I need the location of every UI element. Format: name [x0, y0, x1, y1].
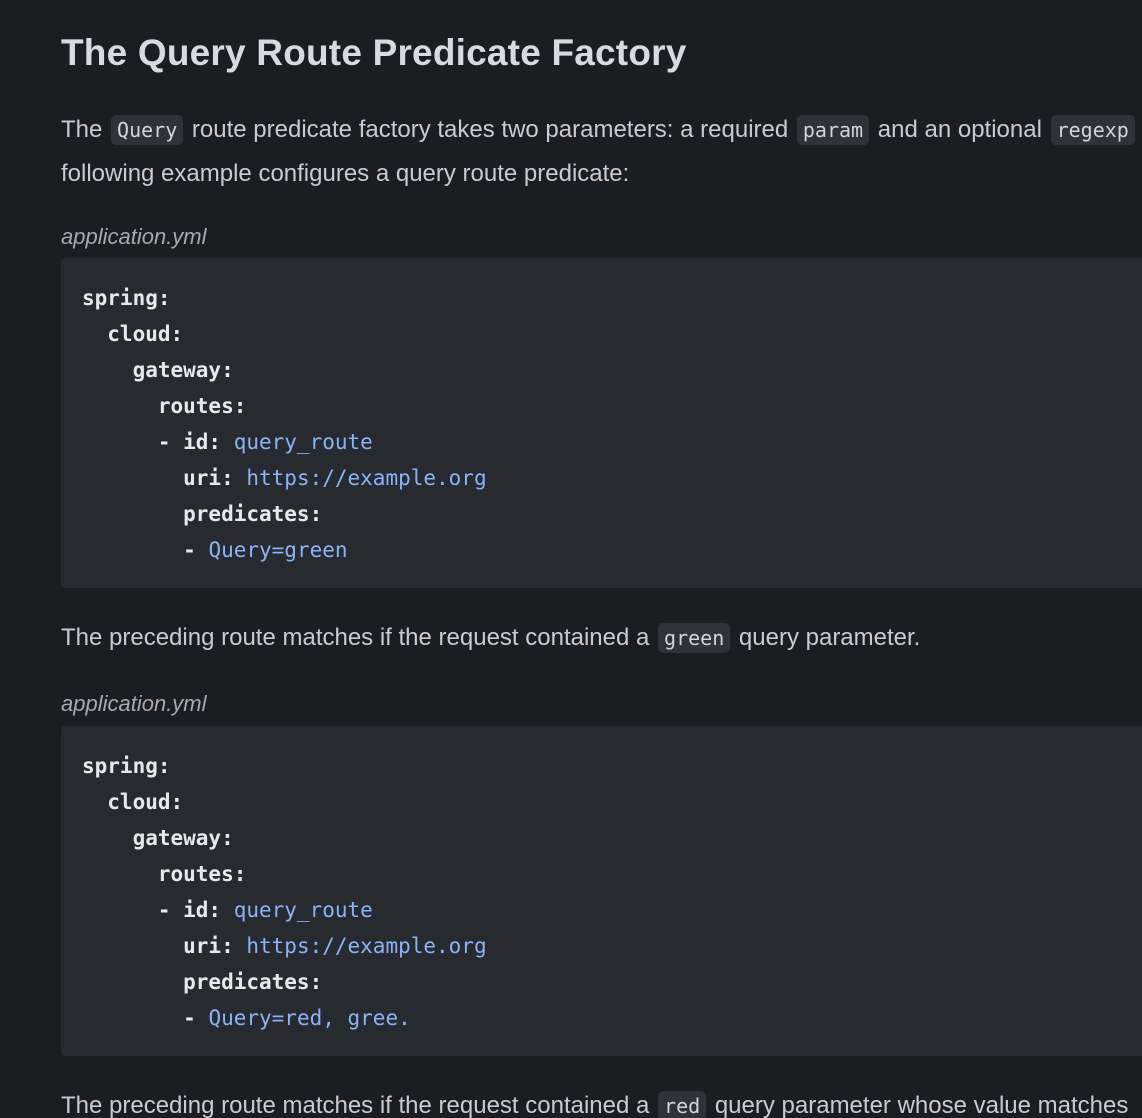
code-line: uri: https://example.org [82, 928, 1142, 964]
yaml-key: cloud: [82, 790, 184, 814]
code-line: - id: query_route [82, 424, 1142, 460]
yaml-key: gateway: [82, 358, 234, 382]
match-text-4: query parameter whose value matches [708, 1092, 1129, 1118]
code-caption-1: application.yml [61, 224, 207, 249]
yaml-key: predicates: [82, 970, 323, 994]
code-line: - Query=red, gree. [82, 1000, 1142, 1036]
yaml-value: query_route [233, 898, 373, 922]
inline-code-query: Query [111, 115, 184, 145]
intro-text-4: following example configures a query rou… [61, 160, 630, 187]
code-line: - id: query_route [82, 892, 1142, 928]
inline-code-regexp: regexp [1050, 115, 1135, 145]
code-line: cloud: [82, 316, 1142, 352]
match-text-2: query parameter. [732, 624, 921, 651]
yaml-key: spring: [82, 754, 171, 778]
code-line: spring: [82, 280, 1142, 316]
code-caption-2: application.yml [61, 691, 207, 716]
code-line: uri: https://example.org [82, 460, 1142, 496]
yaml-key: - [82, 538, 209, 562]
code-block-2[interactable]: spring: cloud: gateway: routes: - id: qu… [61, 726, 1142, 1056]
intro-text-1: The [61, 116, 110, 143]
yaml-key: gateway: [82, 826, 234, 850]
yaml-value: https://example.org [246, 466, 487, 490]
code-line: predicates: [82, 964, 1142, 1000]
yaml-value: https://example.org [246, 934, 487, 958]
code-line: gateway: [82, 820, 1142, 856]
intro-paragraph: The Query route predicate factory takes … [61, 108, 1137, 195]
inline-code-red: red [658, 1091, 707, 1118]
yaml-value: Query=red, gree. [208, 1006, 411, 1030]
yaml-key: uri: [82, 934, 247, 958]
code-block-1[interactable]: spring: cloud: gateway: routes: - id: qu… [61, 258, 1142, 588]
inline-code-green: green [658, 623, 731, 653]
section-heading: The Query Route Predicate Factory [61, 32, 687, 73]
code-line: cloud: [82, 784, 1142, 820]
yaml-key: uri: [82, 466, 247, 490]
yaml-value: Query=green [208, 538, 348, 562]
code-line: routes: [82, 856, 1142, 892]
yaml-key: - id: [82, 898, 234, 922]
intro-text-2: route predicate factory takes two parame… [185, 116, 795, 143]
match-paragraph-1: The preceding route matches if the reque… [61, 616, 920, 660]
match-paragraph-2: The preceding route matches if the reque… [61, 1084, 1128, 1118]
code-line: - Query=green [82, 532, 1142, 568]
yaml-key: routes: [82, 394, 247, 418]
match-text-1: The preceding route matches if the reque… [61, 624, 657, 651]
match-text-3: The preceding route matches if the reque… [61, 1092, 657, 1118]
code-line: predicates: [82, 496, 1142, 532]
yaml-value: query_route [233, 430, 373, 454]
code-listing-1: spring: cloud: gateway: routes: - id: qu… [61, 258, 1142, 568]
code-listing-2: spring: cloud: gateway: routes: - id: qu… [61, 726, 1142, 1036]
yaml-key: - id: [82, 430, 234, 454]
intro-text-3: and an optional [871, 116, 1049, 143]
code-line: spring: [82, 748, 1142, 784]
inline-code-param: param [796, 115, 870, 145]
yaml-key: - [82, 1006, 209, 1030]
yaml-key: spring: [82, 286, 171, 310]
yaml-key: cloud: [82, 322, 184, 346]
code-line: routes: [82, 388, 1142, 424]
yaml-key: predicates: [82, 502, 323, 526]
code-line: gateway: [82, 352, 1142, 388]
yaml-key: routes: [82, 862, 247, 886]
